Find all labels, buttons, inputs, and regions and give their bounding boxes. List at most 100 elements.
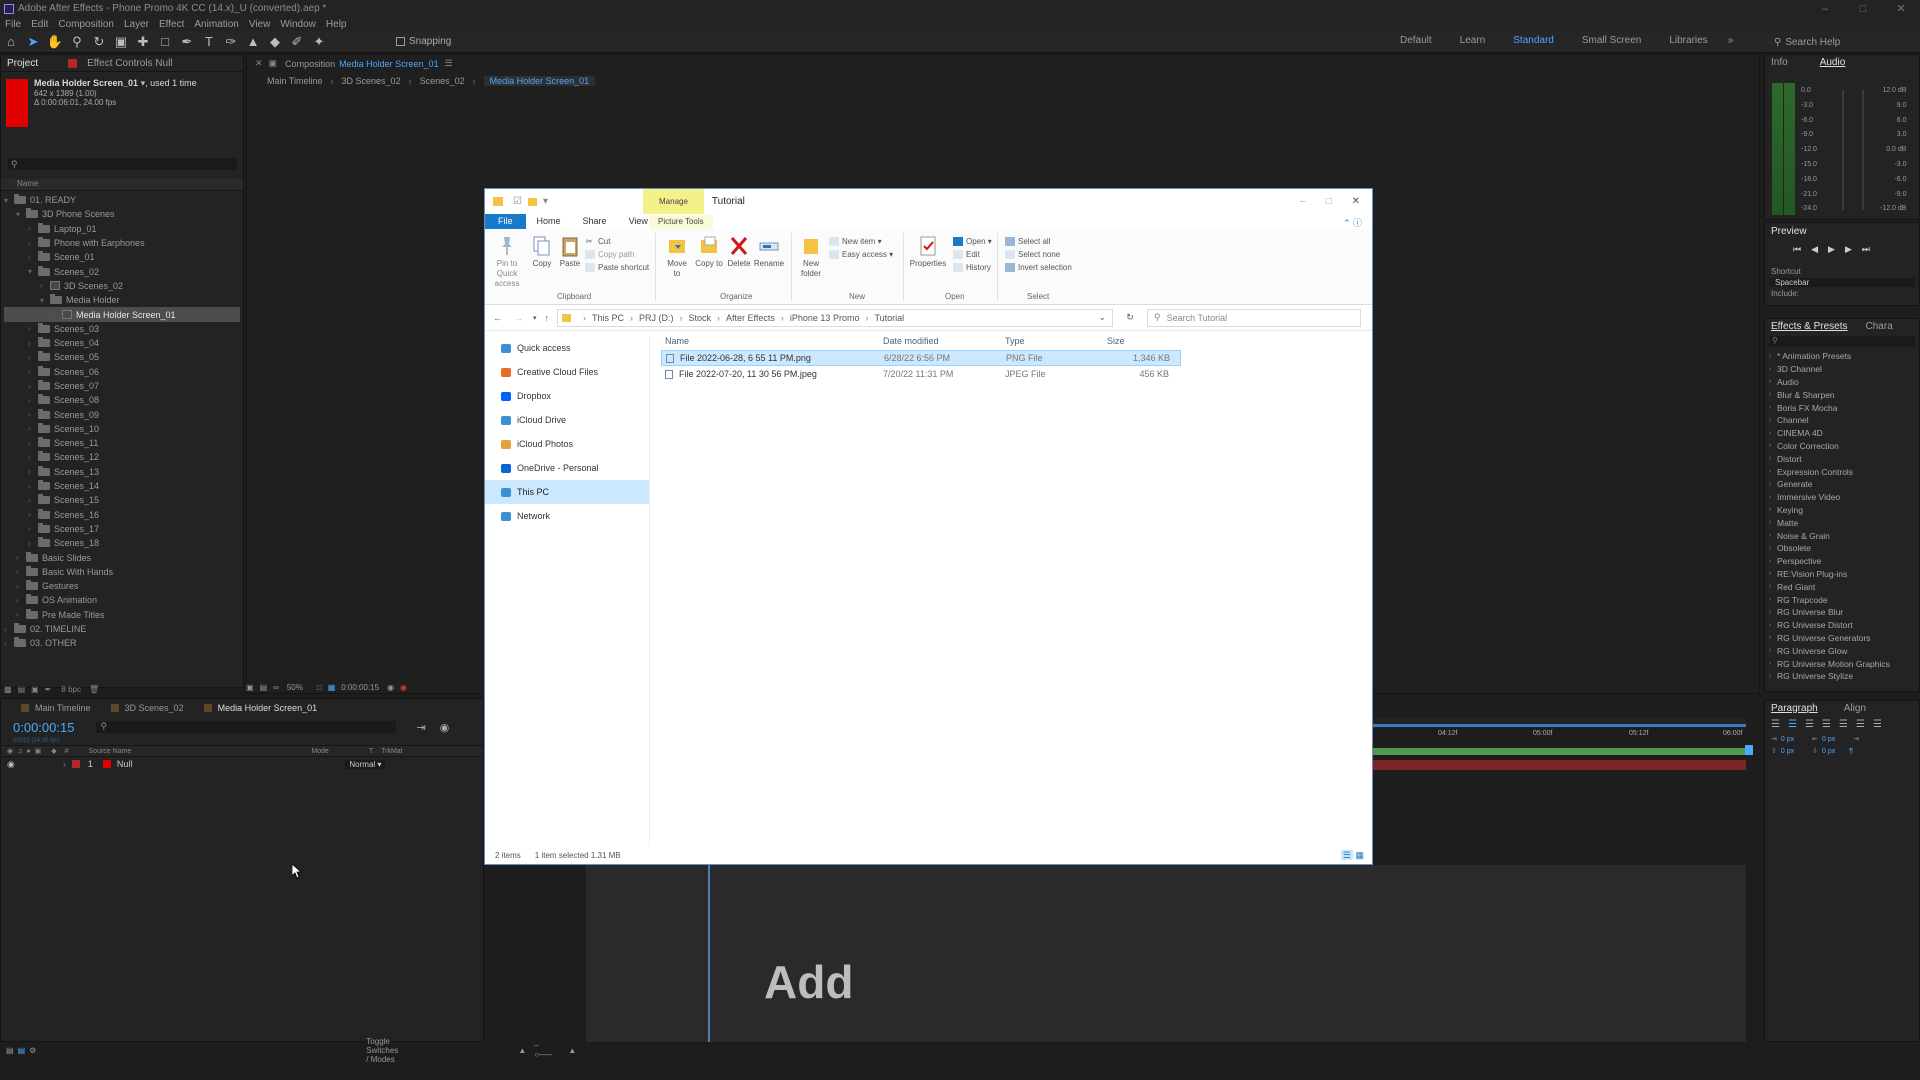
- zoom-out-icon[interactable]: ▲: [518, 1046, 526, 1055]
- nav-item-icloud-photos[interactable]: iCloud Photos: [485, 432, 649, 456]
- paste-button[interactable]: Paste: [557, 235, 583, 269]
- menu-item-help[interactable]: Help: [321, 19, 352, 30]
- chevron-right-icon[interactable]: ›: [28, 367, 38, 376]
- project-folder-item[interactable]: ▾ Media Holder: [4, 293, 240, 307]
- new-comp-icon[interactable]: ▣: [31, 685, 39, 694]
- address-dropdown-icon[interactable]: ⌄: [1098, 312, 1106, 323]
- timeline-timecode[interactable]: 0:00:00:15: [13, 720, 74, 735]
- tab-character[interactable]: Chara: [1860, 318, 1899, 334]
- effect-category[interactable]: › RG Universe Distort: [1769, 619, 1919, 632]
- more-workspaces-icon[interactable]: »: [1722, 35, 1740, 46]
- chevron-right-icon[interactable]: ›: [28, 339, 38, 348]
- chevron-right-icon[interactable]: ›: [28, 382, 38, 391]
- chevron-right-icon[interactable]: ›: [40, 281, 50, 290]
- source-name-header[interactable]: Source Name: [89, 748, 132, 755]
- workspace-standard[interactable]: Standard: [1499, 35, 1568, 46]
- search-help-field[interactable]: ⚲ Search Help: [1774, 34, 1912, 50]
- composition-tab-name[interactable]: Media Holder Screen_01: [339, 59, 439, 69]
- prev-frame-icon[interactable]: ◀: [1811, 244, 1818, 255]
- hand-tool-icon[interactable]: ✋: [44, 32, 66, 52]
- effects-search-input[interactable]: ⚲: [1769, 336, 1915, 347]
- copy-button[interactable]: Copy: [529, 235, 555, 269]
- menu-item-window[interactable]: Window: [275, 19, 321, 30]
- layer-name[interactable]: Null: [117, 759, 133, 769]
- chevron-right-icon[interactable]: ›: [28, 510, 38, 519]
- cut-button[interactable]: ✂ Cut: [585, 237, 610, 246]
- explorer-tab-home[interactable]: Home: [526, 214, 572, 229]
- chevron-right-icon[interactable]: ›: [28, 253, 38, 262]
- project-folder-item[interactable]: › Scenes_18: [4, 536, 240, 550]
- menu-item-effect[interactable]: Effect: [154, 19, 189, 30]
- edit-button[interactable]: Edit: [953, 250, 980, 259]
- layer-row[interactable]: ◉ › 1 Null Normal ▾: [1, 758, 483, 770]
- tab-info[interactable]: Info: [1765, 54, 1794, 70]
- puppet-tool-icon[interactable]: ✦: [308, 32, 330, 52]
- address-field[interactable]: › This PC › PRJ (D:) › Stock › After Effects › iP…: [557, 308, 1114, 327]
- new-item-button[interactable]: New item ▾: [829, 237, 882, 246]
- clone-stamp-tool-icon[interactable]: ▲: [242, 32, 264, 52]
- pen-tool-icon[interactable]: ✒: [176, 32, 198, 52]
- pin-quick-access-button[interactable]: Pin to Quick access: [489, 235, 525, 289]
- new-folder-icon[interactable]: ▤: [18, 685, 26, 694]
- effect-category[interactable]: › Red Giant: [1769, 580, 1919, 593]
- effect-category[interactable]: › * Animation Presets: [1769, 350, 1919, 363]
- chevron-right-icon[interactable]: ›: [16, 567, 26, 576]
- chevron-right-icon[interactable]: ›: [28, 224, 38, 233]
- justify-all-icon[interactable]: ☰: [1873, 719, 1882, 730]
- tab-audio[interactable]: Audio: [1814, 54, 1852, 70]
- workspace-libraries[interactable]: Libraries: [1655, 35, 1721, 46]
- first-frame-icon[interactable]: ⏮: [1793, 244, 1801, 255]
- project-folder-item[interactable]: › Scenes_03: [4, 322, 240, 336]
- column-type[interactable]: Type: [1005, 336, 1107, 346]
- tab-align[interactable]: Align: [1838, 700, 1872, 716]
- chevron-right-icon[interactable]: ›: [28, 482, 38, 491]
- zoom-in-icon[interactable]: ▲: [568, 1046, 576, 1055]
- trash-icon[interactable]: 🗑: [89, 685, 99, 694]
- nav-item-network[interactable]: Network: [485, 504, 649, 528]
- path-segment[interactable]: PRJ (D:): [639, 313, 674, 323]
- menu-item-layer[interactable]: Layer: [119, 19, 154, 30]
- snapping-checkbox[interactable]: [396, 37, 405, 46]
- draft-3d-icon[interactable]: ◉: [440, 721, 450, 734]
- paste-shortcut-button[interactable]: Paste shortcut: [585, 263, 649, 272]
- chevron-right-icon[interactable]: ›: [28, 410, 38, 419]
- chevron-right-icon[interactable]: ›: [16, 553, 26, 562]
- chevron-right-icon[interactable]: ›: [28, 424, 38, 433]
- back-icon[interactable]: ←: [493, 313, 502, 323]
- chevron-right-icon[interactable]: ›: [28, 496, 38, 505]
- project-folder-item[interactable]: › Scenes_16: [4, 508, 240, 522]
- layer-label-color[interactable]: [71, 760, 80, 768]
- chevron-right-icon[interactable]: ›: [52, 310, 62, 319]
- chevron-right-icon[interactable]: ›: [28, 439, 38, 448]
- menu-item-composition[interactable]: Composition: [53, 19, 119, 30]
- playhead-icon[interactable]: [1745, 745, 1753, 755]
- play-icon[interactable]: ▶: [1828, 244, 1835, 255]
- layer-switches-icon[interactable]: ▤: [18, 1046, 26, 1055]
- file-row[interactable]: File 2022-06-28, 6 55 11 PM.png 6/28/22 6…: [661, 350, 1181, 366]
- pen-icon[interactable]: ✒: [45, 685, 52, 694]
- eraser-tool-icon[interactable]: ◆: [264, 32, 286, 52]
- forward-icon[interactable]: →: [514, 313, 523, 323]
- timeline-tab[interactable]: Media Holder Screen_01: [218, 703, 318, 713]
- project-folder-item[interactable]: › Scenes_07: [4, 379, 240, 393]
- shortcut-select[interactable]: Spacebar: [1769, 278, 1915, 287]
- project-folder-item[interactable]: › Scenes_15: [4, 493, 240, 507]
- nav-item-quick-access[interactable]: Quick access: [485, 336, 649, 360]
- effect-category[interactable]: › Perspective: [1769, 555, 1919, 568]
- close-tab-icon[interactable]: ✕: [255, 58, 263, 69]
- qat-dropdown-icon[interactable]: ▾: [543, 196, 548, 207]
- breadcrumb-item[interactable]: 3D Scenes_02: [342, 76, 401, 86]
- chevron-down-icon[interactable]: ▾: [4, 196, 14, 205]
- trkmat-header[interactable]: TrkMat: [381, 748, 403, 755]
- effect-category[interactable]: › Boris FX Mocha: [1769, 401, 1919, 414]
- effect-category[interactable]: › Obsolete: [1769, 542, 1919, 555]
- mask-icon[interactable]: ∞: [273, 683, 279, 692]
- project-comp-item[interactable]: › Media Holder Screen_01: [4, 307, 240, 322]
- effect-category[interactable]: › Keying: [1769, 504, 1919, 517]
- chevron-right-icon[interactable]: ›: [28, 239, 38, 248]
- effect-category[interactable]: › RG Universe Stylize: [1769, 670, 1919, 683]
- chevron-right-icon[interactable]: ›: [28, 539, 38, 548]
- recent-icon[interactable]: ▾: [533, 314, 537, 322]
- column-date[interactable]: Date modified: [883, 336, 1005, 346]
- path-segment[interactable]: Tutorial: [874, 313, 904, 323]
